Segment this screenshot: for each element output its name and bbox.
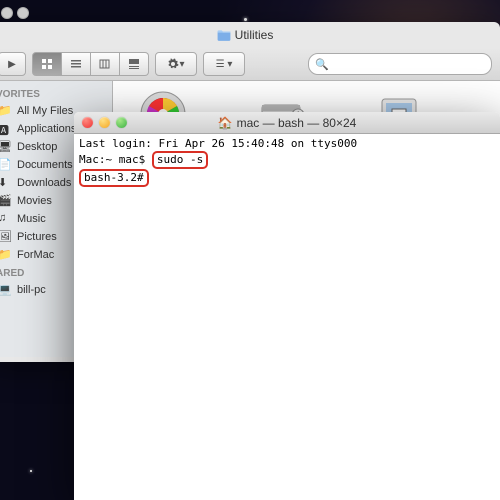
action-button[interactable]: ▾ [155, 52, 197, 76]
movies-icon: 🎬 [0, 194, 12, 208]
search-field[interactable]: 🔍 [308, 53, 492, 75]
downloads-icon: ⬇ [0, 176, 12, 190]
list-view-button[interactable] [62, 52, 91, 76]
desktop-icon: 🖥 [0, 140, 12, 154]
terminal-title: 🏠 mac — bash — 80×24 [74, 116, 500, 130]
highlight-bash-prompt: bash-3.2# [79, 169, 149, 187]
gear-icon [167, 58, 179, 70]
minimize-button[interactable] [99, 117, 110, 128]
view-switcher[interactable] [32, 52, 149, 76]
column-view-button[interactable] [91, 52, 120, 76]
finder-title-text: Utilities [235, 28, 274, 42]
finder-traffic-lights [0, 7, 29, 19]
terminal-content[interactable]: Last login: Fri Apr 26 15:40:48 on ttys0… [74, 134, 500, 190]
music-icon: ♫ [0, 212, 12, 226]
terminal-window: 🏠 mac — bash — 80×24 Last login: Fri Apr… [74, 112, 500, 500]
arrange-button[interactable]: ☰ ▾ [203, 52, 245, 76]
folder-icon: 📁 [0, 248, 12, 262]
icon-view-button[interactable] [32, 52, 62, 76]
folder-icon [217, 29, 231, 41]
terminal-traffic-lights [74, 117, 127, 128]
terminal-titlebar[interactable]: 🏠 mac — bash — 80×24 [74, 112, 500, 134]
terminal-line: Last login: Fri Apr 26 15:40:48 on ttys0… [79, 137, 495, 151]
terminal-line: bash-3.2# [79, 169, 495, 187]
pictures-icon: 🖼 [0, 230, 12, 244]
finder-titlebar: Utilities [0, 22, 500, 48]
back-button[interactable]: ▶ [0, 52, 26, 76]
pc-icon: 💻 [0, 283, 12, 297]
home-icon: 🏠 [218, 116, 233, 130]
applications-icon: 🅰 [0, 122, 12, 136]
finder-inactive-dot[interactable] [1, 7, 13, 19]
search-icon: 🔍 [315, 58, 329, 71]
zoom-button[interactable] [116, 117, 127, 128]
finder-toolbar: ▶ ▾ ☰ ▾ 🔍 [0, 48, 500, 81]
terminal-line: Mac:~ mac$ sudo -s [79, 151, 495, 169]
close-button[interactable] [82, 117, 93, 128]
sidebar-section-favorites: VORITES [0, 85, 112, 102]
all-files-icon: 📁 [0, 104, 12, 118]
highlight-sudo: sudo -s [152, 151, 208, 169]
documents-icon: 📄 [0, 158, 12, 172]
finder-inactive-dot[interactable] [17, 7, 29, 19]
coverflow-view-button[interactable] [120, 52, 149, 76]
